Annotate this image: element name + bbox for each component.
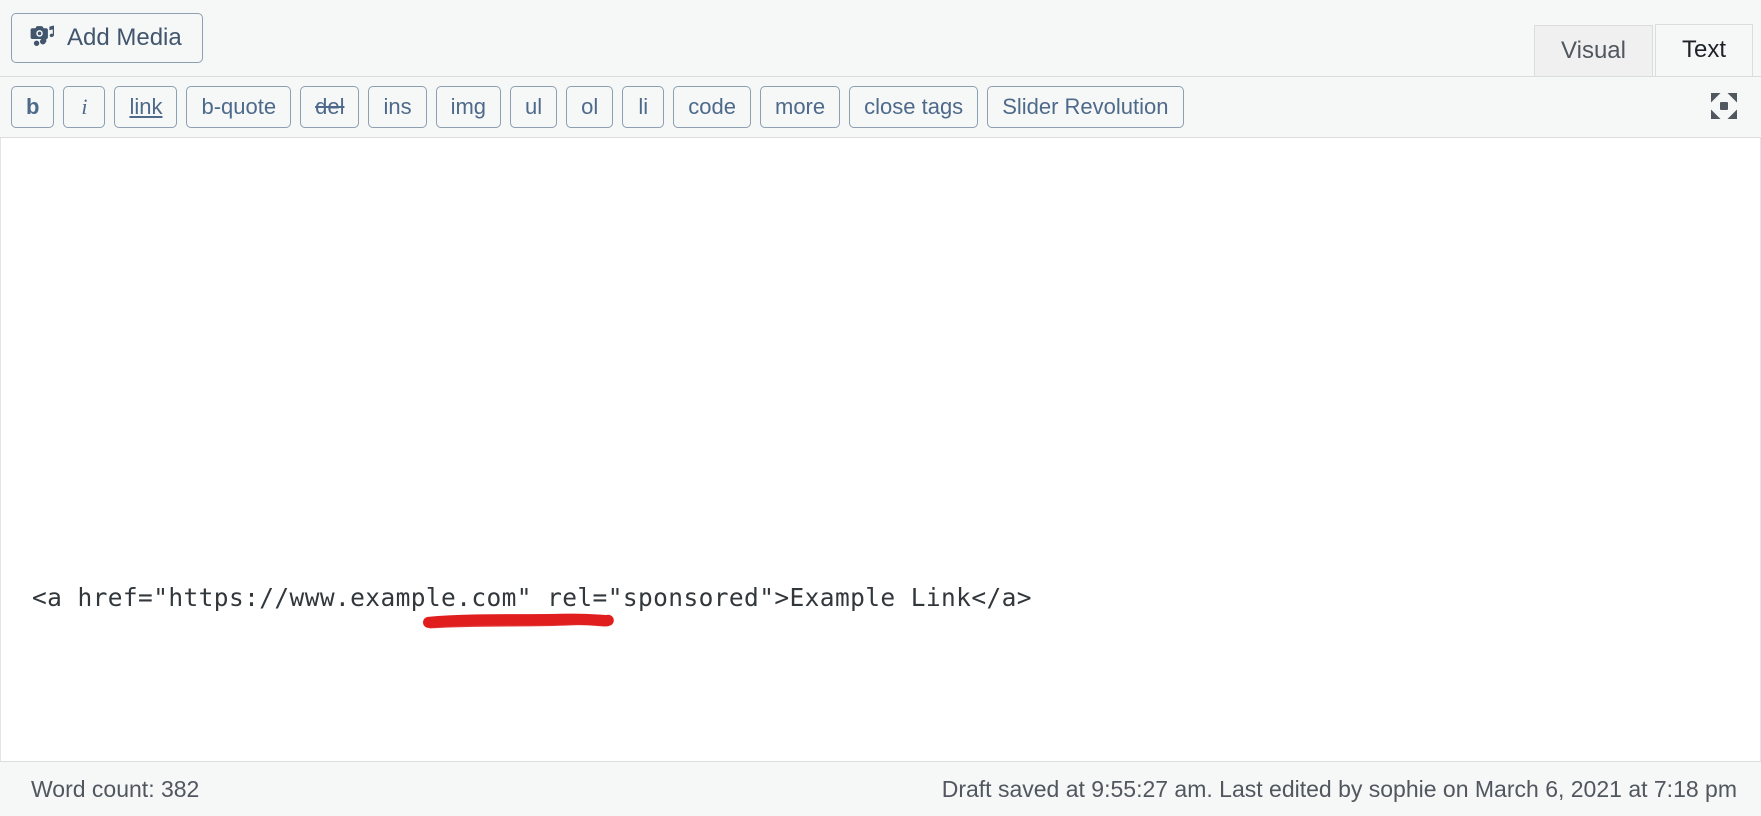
qt-button-ins[interactable]: ins — [368, 86, 427, 128]
tab-text[interactable]: Text — [1654, 24, 1753, 77]
qt-button-bold[interactable]: b — [11, 86, 55, 128]
qt-button-ul[interactable]: ul — [510, 86, 558, 128]
quicktags-toolbar: b i link b-quote del ins img ul ol li co… — [0, 76, 1761, 138]
wordpress-text-editor: Add Media Visual Text b i link b-quote d… — [0, 0, 1761, 816]
qt-button-italic[interactable]: i — [63, 86, 106, 128]
qt-button-close-tags[interactable]: close tags — [849, 86, 979, 128]
editor-status-bar: Word count: 382 Draft saved at 9:55:27 a… — [0, 761, 1761, 816]
editor-code-content: <a href="https://www.example.com" rel="s… — [32, 583, 1032, 612]
qt-button-code[interactable]: code — [673, 86, 751, 128]
editor-mode-tabs: Visual Text — [1534, 0, 1753, 77]
word-count-label: Word count: 382 — [31, 775, 200, 802]
autosave-status-label: Draft saved at 9:55:27 am. Last edited b… — [941, 775, 1737, 802]
add-media-button[interactable]: Add Media — [11, 13, 203, 63]
qt-button-li[interactable]: li — [622, 86, 665, 128]
qt-button-more[interactable]: more — [760, 86, 841, 128]
qt-button-del[interactable]: del — [300, 86, 360, 128]
tab-visual[interactable]: Visual — [1534, 25, 1653, 77]
add-media-label: Add Media — [67, 24, 182, 51]
fullscreen-expand-icon — [1707, 89, 1741, 126]
qt-button-ol[interactable]: ol — [566, 86, 614, 128]
red-underline-annotation — [423, 613, 614, 629]
fullscreen-toggle-button[interactable] — [1703, 86, 1745, 128]
qt-button-slider-revolution[interactable]: Slider Revolution — [987, 86, 1184, 128]
qt-button-link[interactable]: link — [114, 86, 178, 128]
code-editor-textarea[interactable]: <a href="https://www.example.com" rel="s… — [0, 138, 1761, 761]
qt-button-img[interactable]: img — [435, 86, 502, 128]
camera-music-icon — [29, 22, 57, 55]
qt-button-blockquote[interactable]: b-quote — [186, 86, 292, 128]
editor-top-bar: Add Media Visual Text — [0, 0, 1761, 77]
